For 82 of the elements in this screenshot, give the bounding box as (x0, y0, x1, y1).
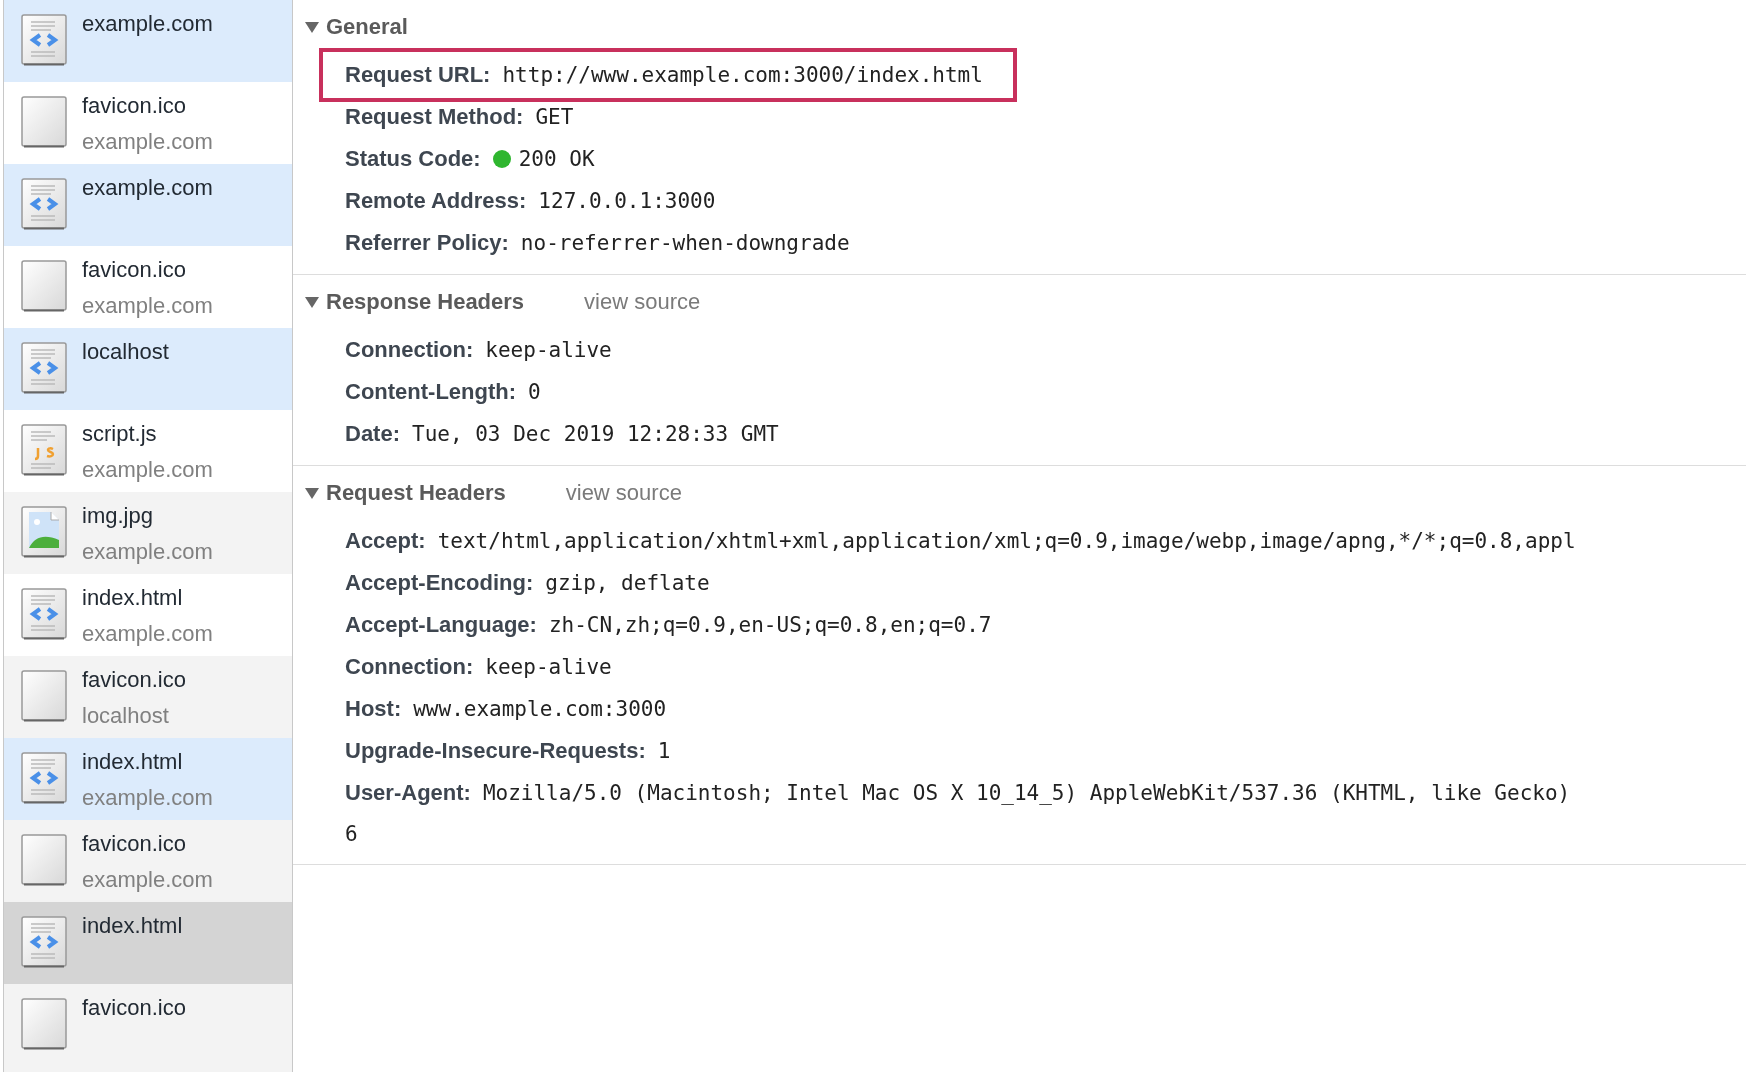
header-value: 127.0.0.1:3000 (538, 189, 716, 213)
section-title[interactable]: General (326, 14, 408, 40)
header-value: no-referrer-when-downgrade (520, 231, 850, 255)
header-value: 0 (528, 380, 541, 404)
request-domain: example.com (82, 620, 213, 648)
request-name: favicon.ico (82, 994, 186, 1022)
header-name: Connection: (345, 654, 474, 680)
header-name: Date: (345, 421, 400, 447)
request-domain: example.com (82, 538, 213, 566)
section-title[interactable]: Request Headers (326, 480, 506, 506)
header-value: 1 (657, 739, 671, 763)
header-value: 6 (345, 822, 358, 846)
request-row[interactable]: example.com (4, 0, 292, 82)
header-value: Tue, 03 Dec 2019 12:28:33 GMT (412, 422, 779, 446)
header-name: Request Method: (345, 104, 524, 130)
header-name: Host: (345, 696, 402, 722)
disclosure-triangle-icon[interactable] (305, 487, 319, 499)
request-row[interactable]: index.html example.com (4, 738, 292, 820)
header-value: text/html,application/xhtml+xml,application/xml;q=0.9,image/webp,image/apng,*/*;q=0.8,appl (437, 529, 1576, 553)
header-name: Connection: (345, 337, 474, 363)
request-domain: example.com (82, 292, 213, 320)
html-file-icon (21, 752, 67, 804)
view-source-link[interactable]: view source (584, 289, 701, 315)
disclosure-triangle-icon[interactable] (305, 296, 319, 308)
header-name: Referrer Policy: (345, 230, 509, 256)
request-name: favicon.ico (82, 92, 187, 120)
request-name: favicon.ico (82, 256, 187, 284)
disclosure-triangle-icon[interactable] (305, 21, 319, 33)
header-value: 200 OK (518, 147, 595, 171)
request-row[interactable]: example.com (4, 164, 292, 246)
section-title[interactable]: Response Headers (326, 289, 525, 315)
header-value: http://www.example.com:3000/index.html (502, 63, 983, 87)
header-value: gzip, deflate (545, 571, 710, 595)
header-name: Accept-Encoding: (345, 570, 534, 596)
header-name: Accept: (345, 528, 426, 554)
view-source-link[interactable]: view source (565, 480, 682, 506)
request-name: favicon.ico (82, 666, 186, 694)
html-file-icon (21, 916, 67, 968)
header-name: Content-Length: (345, 379, 517, 405)
header-name: Remote Address: (345, 188, 527, 214)
header-value: keep-alive (485, 338, 612, 362)
request-name: example.com (82, 10, 213, 38)
header-name: User-Agent: (345, 780, 471, 806)
html-file-icon (21, 342, 67, 394)
header-name: Accept-Language: (345, 612, 537, 638)
request-name: favicon.ico (82, 830, 187, 858)
blank-file-icon (21, 834, 67, 886)
request-row[interactable]: index.html (4, 902, 292, 984)
request-domain: example.com (82, 456, 213, 484)
header-name: Request URL: (345, 62, 491, 88)
header-value: zh-CN,zh;q=0.9,en-US;q=0.8,en;q=0.7 (548, 613, 992, 637)
request-row[interactable]: script.js example.com (4, 410, 292, 492)
request-name: index.html (82, 912, 183, 940)
request-name: script.js (82, 420, 158, 448)
request-row[interactable]: index.html example.com (4, 574, 292, 656)
header-value: keep-alive (485, 655, 612, 679)
header-value: Mozilla/5.0 (Macintosh; Intel Mac OS X 10_14_5) AppleWebKit/537.36 (KHTML, like Gecko) (482, 781, 1571, 805)
blank-file-icon (21, 260, 67, 312)
header-value: www.example.com:3000 (413, 697, 667, 721)
request-domain: example.com (82, 784, 213, 812)
header-value: GET (535, 105, 574, 129)
header-name: Upgrade-Insecure-Requests: (345, 738, 646, 764)
request-domain: localhost (82, 702, 170, 730)
request-row[interactable]: localhost (4, 328, 292, 410)
blank-file-icon (21, 670, 67, 722)
image-file-icon (21, 506, 67, 558)
request-name: index.html (82, 748, 184, 776)
request-name: img.jpg (82, 502, 154, 530)
request-name: localhost (82, 338, 169, 366)
js-file-icon (21, 424, 67, 476)
html-file-icon (21, 14, 67, 66)
request-row[interactable]: favicon.ico example.com (4, 246, 292, 328)
request-domain: example.com (82, 866, 213, 894)
blank-file-icon (21, 96, 67, 148)
request-name: example.com (82, 174, 213, 202)
html-file-icon (21, 178, 67, 230)
header-name: Status Code: (345, 146, 481, 172)
request-domain: example.com (82, 128, 213, 156)
request-row[interactable]: favicon.ico example.com (4, 82, 292, 164)
html-file-icon (21, 588, 67, 640)
request-name: index.html (82, 584, 184, 612)
blank-file-icon (21, 998, 67, 1050)
